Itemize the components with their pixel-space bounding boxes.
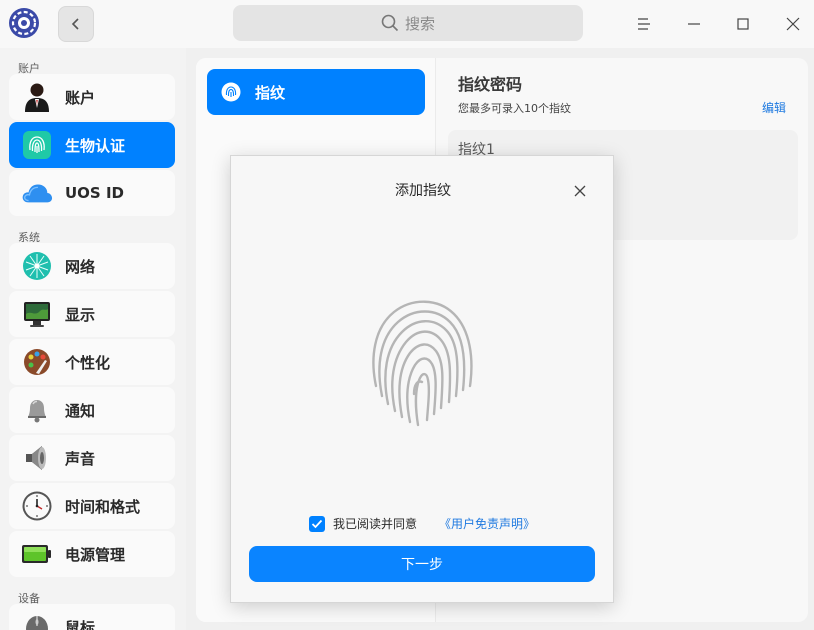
close-window-button[interactable] <box>779 10 807 38</box>
mouse-icon <box>21 611 53 630</box>
display-icon <box>21 298 53 330</box>
tab-fingerprint[interactable]: 指纹 <box>207 69 425 115</box>
sidebar-item-personalization[interactable]: 个性化 <box>9 339 175 385</box>
minimize-button[interactable] <box>680 10 708 38</box>
agree-row: 我已阅读并同意 《用户免责声明》 <box>309 515 535 532</box>
sidebar-item-uos-id[interactable]: UOS ID <box>9 170 175 216</box>
bell-icon <box>21 394 53 426</box>
sidebar-item-display[interactable]: 显示 <box>9 291 175 337</box>
sidebar-item-label: 网络 <box>65 257 96 276</box>
back-button[interactable] <box>58 6 94 42</box>
sidebar-item-label: 个性化 <box>65 353 111 372</box>
sidebar-item-label: 通知 <box>65 401 96 420</box>
search-placeholder: 搜索 <box>404 14 435 33</box>
sidebar-item-mouse[interactable]: 鼠标 <box>9 604 175 630</box>
menu-button[interactable] <box>630 10 658 38</box>
close-icon <box>574 185 586 197</box>
palette-icon <box>21 346 53 378</box>
sidebar-item-label: 生物认证 <box>65 136 126 155</box>
cloud-icon <box>21 177 53 209</box>
sidebar-item-biometric[interactable]: 生物认证 <box>9 122 175 168</box>
title-bar: 搜索 <box>0 0 814 48</box>
search-icon <box>381 14 399 32</box>
fingerprint-icon <box>21 129 53 161</box>
dialog-title: 添加指纹 <box>395 183 451 199</box>
tab-fingerprint-label: 指纹 <box>255 83 286 102</box>
maximize-icon <box>737 18 749 30</box>
sidebar-item-notification[interactable]: 通知 <box>9 387 175 433</box>
user-icon <box>21 81 53 113</box>
agree-text: 我已阅读并同意 <box>333 517 418 531</box>
minimize-icon <box>688 23 700 25</box>
agree-checkbox[interactable] <box>309 515 325 532</box>
sidebar-item-label: 账户 <box>65 88 96 107</box>
close-icon <box>786 17 800 31</box>
speaker-icon <box>21 442 53 474</box>
section-subtitle: 您最多可录入10个指纹 <box>458 102 571 115</box>
sidebar-item-sound[interactable]: 声音 <box>9 435 175 481</box>
sidebar-item-label: UOS ID <box>65 184 124 202</box>
dialog-close-button[interactable] <box>569 180 591 202</box>
sidebar-item-label: 声音 <box>65 449 96 468</box>
maximize-button[interactable] <box>729 10 757 38</box>
fingerprint-tab-icon <box>221 82 241 102</box>
sidebar-item-account[interactable]: 账户 <box>9 74 175 120</box>
menu-icon <box>638 18 650 30</box>
battery-icon <box>21 538 53 570</box>
chevron-left-icon <box>71 18 79 30</box>
fingerprint-illustration-icon <box>368 298 478 428</box>
edit-link[interactable]: 编辑 <box>762 99 786 116</box>
sidebar-item-label: 时间和格式 <box>65 497 141 516</box>
sidebar-item-power[interactable]: 电源管理 <box>9 531 175 577</box>
sidebar-item-label: 电源管理 <box>65 545 126 564</box>
section-title: 指纹密码 <box>458 75 523 94</box>
sidebar-item-time-format[interactable]: 时间和格式 <box>9 483 175 529</box>
search-box[interactable]: 搜索 <box>233 5 583 41</box>
sidebar-item-label: 鼠标 <box>65 618 96 630</box>
disclaimer-link[interactable]: 《用户免责声明》 <box>439 515 535 532</box>
checkmark-icon <box>311 519 323 528</box>
network-icon <box>21 250 53 282</box>
sidebar-item-network[interactable]: 网络 <box>9 243 175 289</box>
add-fingerprint-dialog: 添加指纹 我已阅读并同意 《用户免责声明》 下一步 <box>230 155 614 603</box>
app-logo-icon <box>8 7 40 39</box>
sidebar-item-label: 显示 <box>65 305 96 324</box>
clock-icon <box>21 490 53 522</box>
next-button[interactable]: 下一步 <box>249 546 595 582</box>
